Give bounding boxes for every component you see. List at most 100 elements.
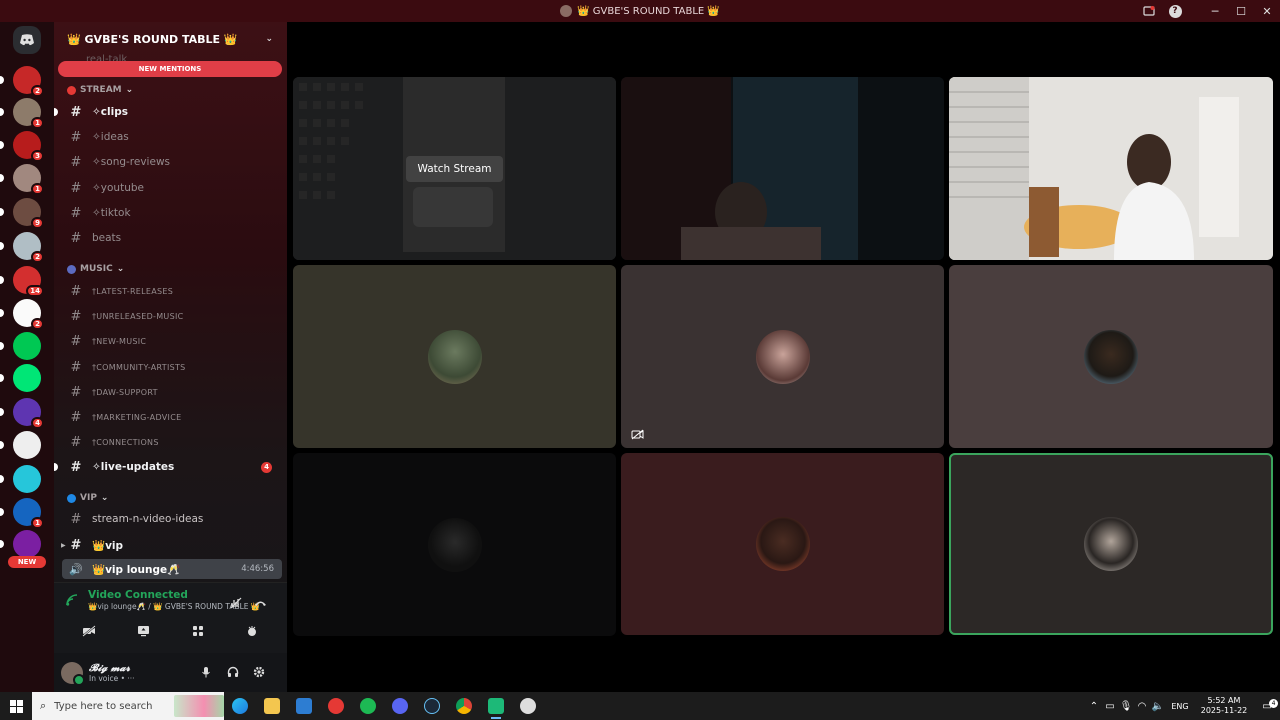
- server-icon[interactable]: [0, 332, 41, 360]
- stream-tile[interactable]: Watch Stream: [293, 77, 616, 260]
- server-name: 👑 GVBE'S ROUND TABLE 👑: [67, 32, 238, 46]
- server-icon[interactable]: [0, 364, 41, 392]
- hash-icon: #: [70, 129, 82, 145]
- user-info[interactable]: 𝓑𝓲𝓰 𝓶𝓪𝓻 In voice • ···: [83, 663, 135, 683]
- server-icon[interactable]: [0, 530, 41, 558]
- participant-tile-5[interactable]: [621, 265, 944, 448]
- close-button[interactable]: ✕: [1254, 0, 1280, 22]
- server-icon[interactable]: 1: [0, 498, 44, 529]
- participant-tile-6[interactable]: [949, 265, 1273, 448]
- wifi-icon[interactable]: ◠: [1134, 701, 1150, 712]
- headphones-icon[interactable]: [224, 663, 242, 681]
- server-icon[interactable]: 14: [0, 266, 44, 297]
- new-servers-badge[interactable]: NEW: [8, 556, 46, 568]
- edge-icon[interactable]: [224, 692, 256, 720]
- store-icon[interactable]: [288, 692, 320, 720]
- channel-song-reviews[interactable]: # ✧song-reviews: [62, 151, 282, 173]
- participant-tile-9-speaking[interactable]: [949, 453, 1273, 635]
- camera-off-icon[interactable]: [69, 621, 109, 641]
- microphone-icon[interactable]: [197, 663, 215, 681]
- language-indicator[interactable]: ENG: [1166, 702, 1194, 711]
- voice-channel-vip-lounge[interactable]: 🔊 👑vip lounge🥂 4:46:56: [62, 559, 282, 579]
- channel-stream-n-video-ideas[interactable]: # stream-n-video-ideas: [62, 508, 282, 530]
- chrome-icon[interactable]: [448, 692, 480, 720]
- server-icon[interactable]: 9: [0, 198, 44, 229]
- app-icon-white[interactable]: [512, 692, 544, 720]
- hash-icon: #: [70, 104, 82, 120]
- unread-indicator: [0, 408, 4, 416]
- channel-marketing-advice[interactable]: # †marketing-advice: [62, 406, 282, 428]
- disconnect-icon[interactable]: [252, 595, 268, 611]
- category-label: VIP: [80, 493, 97, 503]
- channel-clips[interactable]: # ✧clips: [54, 101, 282, 123]
- network-icon[interactable]: ▭: [1102, 701, 1118, 712]
- help-icon[interactable]: ?: [1162, 0, 1188, 22]
- channel-new-music[interactable]: # †new-music: [62, 330, 282, 352]
- channel-label: †new-music: [92, 336, 147, 346]
- clock[interactable]: 5:52 AM 2025-11-22: [1194, 696, 1254, 716]
- channel-live-updates[interactable]: # ✧live-updates 4: [54, 456, 282, 478]
- category-stream[interactable]: STREAM ⌄: [67, 85, 133, 95]
- participant-tile-7[interactable]: [293, 453, 616, 636]
- participant-video-2[interactable]: [621, 77, 944, 260]
- discord-window: 👑 GVBE'S ROUND TABLE 👑 ? ─ ☐ ✕ 2 1 3 1 9 2 14 2…: [0, 0, 1280, 693]
- server-icon[interactable]: [0, 431, 41, 459]
- server-icon[interactable]: 1: [0, 164, 44, 195]
- unread-indicator: [0, 475, 4, 483]
- hash-icon: #: [70, 230, 82, 246]
- server-icon[interactable]: [0, 465, 41, 493]
- server-icon[interactable]: 1: [0, 98, 44, 129]
- server-icon[interactable]: 4: [0, 398, 44, 429]
- channel-community-artists[interactable]: # †community-artists: [62, 356, 282, 378]
- channel-unreleased-music[interactable]: # †unreleased-music: [62, 305, 282, 327]
- new-mentions-banner[interactable]: NEW MENTIONS: [58, 61, 282, 77]
- hash-icon: #: [70, 511, 82, 527]
- screen-share-icon[interactable]: [123, 621, 163, 641]
- minimize-button[interactable]: ─: [1202, 0, 1228, 22]
- windows-start-icon[interactable]: [0, 692, 32, 720]
- participant-tile-8[interactable]: [621, 453, 944, 635]
- app-icon-red[interactable]: [320, 692, 352, 720]
- microphone-tray-icon[interactable]: 🎙: [1118, 701, 1134, 712]
- avatar[interactable]: [61, 662, 85, 686]
- server-icon[interactable]: 2: [0, 299, 44, 330]
- channel-beats[interactable]: # beats: [62, 227, 282, 249]
- channel-ideas[interactable]: # ✧ideas: [62, 126, 282, 148]
- channel-latest-releases[interactable]: # †latest-releases: [62, 280, 282, 302]
- noise-suppression-icon[interactable]: [228, 595, 244, 611]
- avatar: [755, 329, 810, 384]
- file-explorer-icon[interactable]: [256, 692, 288, 720]
- notifications-icon[interactable]: ▭ 4: [1254, 698, 1280, 712]
- maximize-button[interactable]: ☐: [1228, 0, 1254, 22]
- participant-tile-4[interactable]: [293, 265, 616, 448]
- activities-icon[interactable]: [178, 621, 218, 641]
- steam-icon[interactable]: [416, 692, 448, 720]
- channel-tiktok[interactable]: # ✧tiktok: [62, 202, 282, 224]
- discord-taskbar-icon[interactable]: [384, 692, 416, 720]
- watch-stream-button[interactable]: Watch Stream: [406, 155, 503, 182]
- discord-home-icon[interactable]: [13, 26, 41, 54]
- taskbar-search[interactable]: ⌕ Type here to search: [32, 692, 224, 720]
- channel-vip[interactable]: ▶ # 👑vip: [61, 534, 282, 556]
- server-icon[interactable]: 2: [0, 232, 44, 263]
- spotify-icon[interactable]: [352, 692, 384, 720]
- inbox-icon[interactable]: [1136, 0, 1162, 22]
- server-header[interactable]: 👑 GVBE'S ROUND TABLE 👑 ⌄: [54, 22, 287, 56]
- search-placeholder: Type here to search: [54, 700, 153, 712]
- server-mention-badge: 2: [31, 251, 44, 263]
- server-icon[interactable]: 3: [0, 131, 44, 162]
- settings-gear-icon[interactable]: [250, 663, 268, 681]
- channel-daw-support[interactable]: # †daw-support: [62, 381, 282, 403]
- chevron-up-icon[interactable]: ⌃: [1086, 701, 1102, 712]
- unread-indicator: [0, 540, 4, 548]
- speaker-icon: 🔊: [69, 562, 83, 576]
- soundboard-icon[interactable]: [232, 621, 272, 641]
- category-music[interactable]: MUSIC ⌄: [67, 264, 124, 274]
- participant-video-3[interactable]: [949, 77, 1273, 260]
- category-vip[interactable]: VIP ⌄: [67, 493, 108, 503]
- volume-icon[interactable]: 🔈: [1150, 701, 1166, 712]
- channel-youtube[interactable]: # ✧youtube: [62, 177, 282, 199]
- server-icon[interactable]: 2: [0, 66, 44, 97]
- channel-connections[interactable]: # †connections: [62, 431, 282, 453]
- active-app-icon[interactable]: [480, 692, 512, 720]
